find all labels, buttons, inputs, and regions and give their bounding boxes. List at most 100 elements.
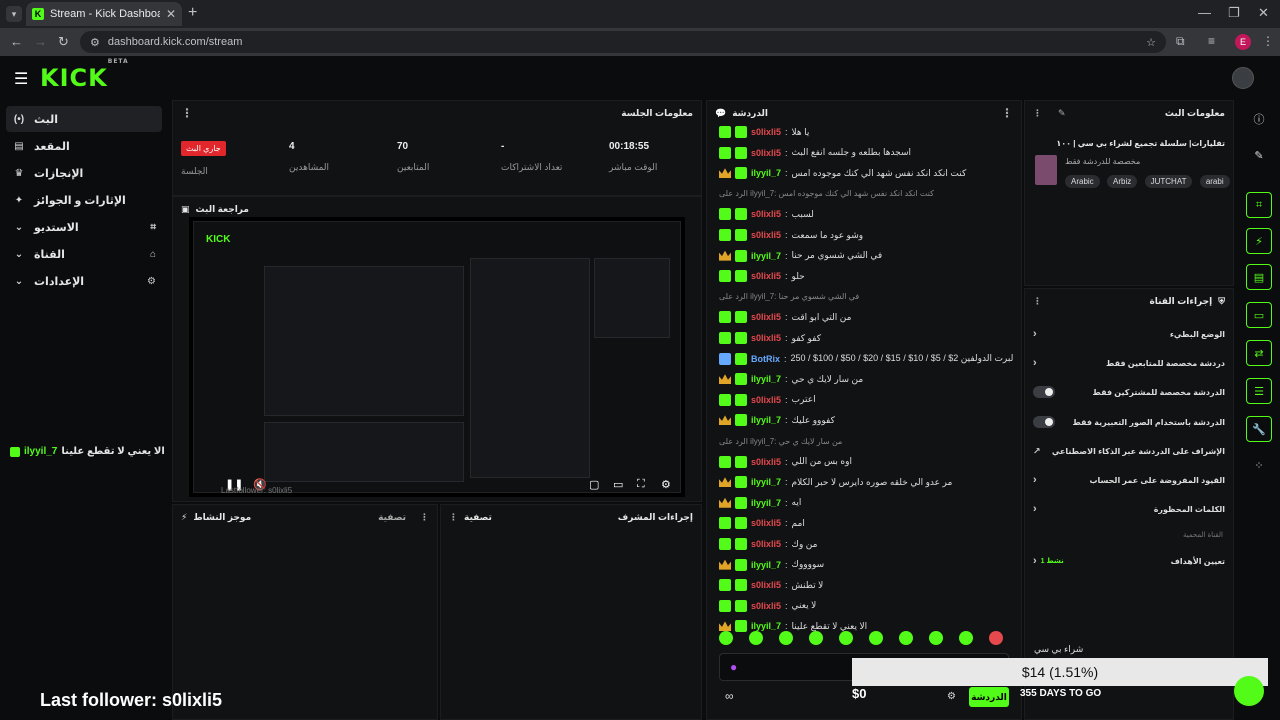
chat-message[interactable]: s0lixli5: حلو [719,267,1013,285]
emote-icon[interactable] [869,631,883,645]
chat-username[interactable]: s0lixli5 [751,539,781,549]
profile-avatar[interactable]: E [1235,34,1251,50]
chat-message[interactable]: s0lixli5: اعترب [719,391,1013,409]
chat-message[interactable]: ilyyil_7: سووووك [719,556,1013,574]
chat-username[interactable]: ilyyil_7 [751,168,781,178]
emote-icon[interactable] [989,631,1003,645]
chat-username[interactable]: s0lixli5 [751,601,781,611]
send-chat-button[interactable]: الدردشة [969,687,1009,707]
video-player[interactable]: KICK ❚❚ 🔇 Lastfollower: s0lixli5 ▢ ▭ ⛶ ⚙ [189,217,685,497]
action-subscribers-only[interactable]: الدردشة مخصصة للمشتركين فقط [1033,381,1225,403]
browser-tab[interactable]: K Stream - Kick Dashboard ✕ [26,2,182,26]
sidebar-item-dashboard[interactable]: ▤ المقعد [6,133,162,159]
chat-username[interactable]: BotRix [751,354,780,364]
back-icon[interactable]: ← [10,34,23,49]
emote-icon[interactable] [749,631,763,645]
browser-menu-icon[interactable]: ⋮ [1262,34,1274,48]
sidebar-item-studio[interactable]: ⌄ الاستديو ⌗ [6,214,162,240]
chat-message[interactable]: ilyyil_7: من سار لايك ي حي [719,370,1013,388]
pencil-icon[interactable]: ✎ [1246,142,1272,168]
chat-reply-context[interactable]: الرد على ilyyil_7: في الشي شسوي مر حنا [719,288,1013,306]
action-followers-only[interactable]: دردشة مخصصة للمتابعين فقط › [1033,352,1225,374]
chat-message[interactable]: s0lixli5: لا يعني [719,597,1013,615]
action-banned-words[interactable]: الكلمات المحظورة › [1033,498,1225,520]
emoji-picker-icon[interactable]: ∞ [725,689,734,703]
action-set-goals[interactable]: تعيين الأهداف نشط 1 › [1033,550,1225,572]
user-avatar[interactable] [1232,67,1254,89]
minimize-icon[interactable]: — [1198,5,1211,20]
sidebar-item-settings[interactable]: ⌄ الإعدادات ⚙ [6,268,162,294]
emotes-only-toggle[interactable] [1033,416,1055,428]
chat-settings-icon[interactable]: ⚙ [947,691,956,702]
settings-gear-icon[interactable]: ⚙ [661,478,671,491]
chat-username[interactable]: s0lixli5 [751,333,781,343]
chat-username[interactable]: s0lixli5 [751,457,781,467]
sidebar-item-channel[interactable]: ⌄ القناة ⌂ [6,241,162,267]
chat-username[interactable]: s0lixli5 [751,230,781,240]
chat-message[interactable]: ilyyil_7: في الشي شسوي مر حنا [719,247,1013,265]
chat-reply-context[interactable]: الرد على ilyyil_7: كنت انكد انكد نفس شهد… [719,185,1013,203]
action-account-age[interactable]: القيود المفروضة على عمر الحساب › [1033,469,1225,491]
chat-username[interactable]: s0lixli5 [751,271,781,281]
chat-username[interactable]: ilyyil_7 [751,415,781,425]
chat-username[interactable]: s0lixli5 [751,580,781,590]
close-tab-icon[interactable]: ✕ [166,7,176,21]
chat-message[interactable]: BotRix:البرت الدولفين 2$ / 5$ / 10$ / 15… [719,350,1013,368]
emote-icon[interactable] [959,631,973,645]
tab-search-icon[interactable]: ▾ [6,6,22,22]
sidebar-item-achievements[interactable]: ♛ الإنجازات [6,160,162,186]
chat-message[interactable]: s0lixli5: امم [719,514,1013,532]
info-icon[interactable]: ⓘ [1246,106,1272,132]
filter-button[interactable]: تصفية [378,512,406,523]
chat-username[interactable]: ilyyil_7 [751,560,781,570]
chat-username[interactable]: ilyyil_7 [751,621,781,631]
message-icon[interactable]: ▭ [1246,302,1272,328]
chat-reply-context[interactable]: الرد على ilyyil_7: من سار لايك ي حي [719,432,1013,450]
chat-username[interactable]: s0lixli5 [751,148,781,158]
emote-icon[interactable] [929,631,943,645]
dots-icon[interactable]: ⁘ [1246,452,1272,478]
chat-message[interactable]: s0lixli5: من وك [719,535,1013,553]
site-info-icon[interactable]: ⚙ [90,36,100,49]
chat-message[interactable]: s0lixli5: كفو كفو [719,329,1013,347]
chat-message[interactable]: s0lixli5: وشو عود ما سمعت [719,226,1013,244]
chat-message[interactable]: ilyyil_7: مر عدو الي خلقه صوره دايرس لا ح… [719,473,1013,491]
chat-username[interactable]: s0lixli5 [751,209,781,219]
hamburger-menu-icon[interactable]: ☰ [14,69,28,89]
more-icon[interactable]: ⋮ [1033,108,1042,119]
kick-logo[interactable]: KICKBETA [40,58,129,92]
subscribers-only-toggle[interactable] [1033,386,1055,398]
chat-message[interactable]: s0lixli5: اوه بس من اللي [719,453,1013,471]
document-icon[interactable]: ▤ [1246,264,1272,290]
emote-icon[interactable] [899,631,913,645]
chat-message[interactable]: ilyyil_7: كفووو عليك [719,411,1013,429]
poll-icon[interactable]: ☰ [1246,378,1272,404]
fullscreen-icon[interactable]: ⛶ [637,478,645,491]
theater-icon[interactable]: ▭ [613,478,623,491]
forward-icon[interactable]: → [34,34,47,49]
chat-username[interactable]: ilyyil_7 [751,477,781,487]
address-bar[interactable]: ⚙ dashboard.kick.com/stream ☆ [80,31,1166,53]
filter-button[interactable]: تصفية [464,512,492,523]
sidebar-item-stream[interactable]: (•) البث [6,106,162,132]
sidebar-item-rewards[interactable]: ✦ الإثارات و الجوائز [6,187,162,213]
chat-username[interactable]: ilyyil_7 [751,251,781,261]
bolt-icon[interactable]: ⚡ [1246,228,1272,254]
chat-username[interactable]: s0lixli5 [751,518,781,528]
more-icon[interactable]: ⋮ [1001,106,1013,120]
chat-message[interactable]: s0lixli5: اسجدها بطلعه و جلسه انفع البث [719,144,1013,162]
reload-icon[interactable]: ↻ [58,34,69,50]
chat-username[interactable]: s0lixli5 [751,395,781,405]
chat-username[interactable]: s0lixli5 [751,312,781,322]
close-window-icon[interactable]: ✕ [1258,5,1269,21]
chat-username[interactable]: s0lixli5 [751,127,781,137]
emote-icon[interactable] [719,631,733,645]
more-icon[interactable]: ⋮ [420,512,429,523]
action-slow-mode[interactable]: الوضع البطيء › [1033,323,1225,345]
chat-message[interactable]: s0lixli5: لا تطنش [719,576,1013,594]
extensions-icon[interactable]: ⧉ [1176,34,1185,49]
more-icon[interactable]: ⋮ [1033,296,1042,307]
bookmark-star-icon[interactable]: ☆ [1146,36,1156,49]
new-tab-icon[interactable]: + [188,4,197,22]
chat-username[interactable]: ilyyil_7 [751,498,781,508]
